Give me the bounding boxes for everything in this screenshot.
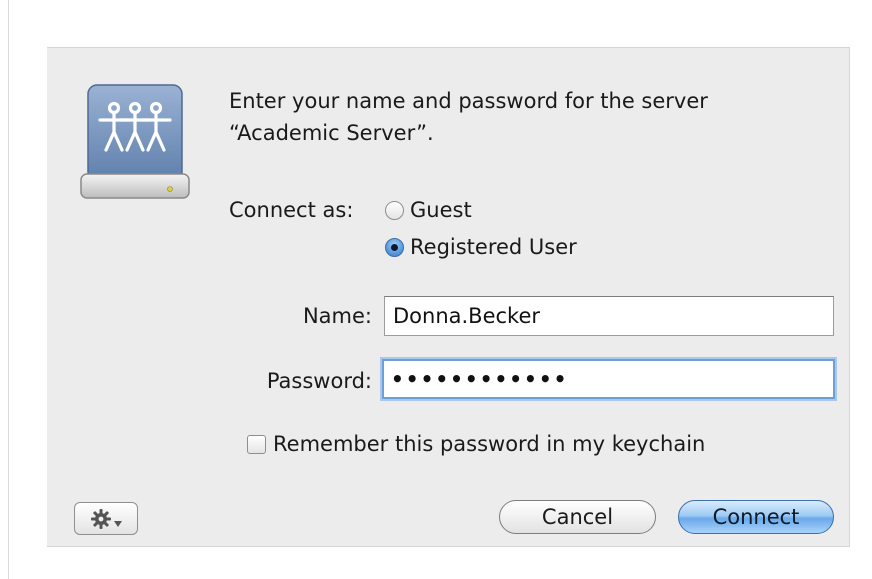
password-field[interactable]: •••••••••••• bbox=[382, 359, 835, 399]
remember-password-checkbox[interactable] bbox=[247, 434, 266, 454]
registered-user-radio-button[interactable] bbox=[385, 237, 404, 257]
connect-button[interactable]: Connect bbox=[678, 500, 834, 534]
dialog-prompt: Enter your name and password for the ser… bbox=[229, 85, 829, 149]
prompt-line-2: “Academic Server”. bbox=[229, 121, 434, 145]
prompt-line-1: Enter your name and password for the ser… bbox=[229, 89, 708, 113]
remember-password-option[interactable]: Remember this password in my keychain bbox=[247, 431, 705, 457]
password-field-masked-value: •••••••••••• bbox=[391, 367, 569, 391]
name-field[interactable]: Donna.Becker bbox=[384, 296, 834, 336]
network-drive-icon bbox=[80, 84, 190, 199]
registered-user-radio-option[interactable]: Registered User bbox=[385, 234, 577, 260]
name-label: Name: bbox=[302, 304, 372, 328]
guest-radio-button[interactable] bbox=[385, 200, 404, 220]
action-menu-button[interactable] bbox=[74, 502, 138, 535]
guest-radio-option[interactable]: Guest bbox=[385, 197, 472, 223]
connect-as-label: Connect as: bbox=[229, 198, 354, 222]
cancel-button[interactable]: Cancel bbox=[499, 500, 656, 534]
guest-radio-label: Guest bbox=[410, 198, 472, 222]
chevron-down-icon bbox=[114, 520, 122, 527]
password-label: Password: bbox=[266, 369, 372, 393]
name-field-value: Donna.Becker bbox=[393, 304, 541, 328]
gear-menu-icon bbox=[91, 508, 111, 529]
registered-user-radio-label: Registered User bbox=[410, 235, 577, 259]
remember-password-label: Remember this password in my keychain bbox=[273, 432, 706, 456]
window-edge-divider bbox=[8, 0, 9, 579]
